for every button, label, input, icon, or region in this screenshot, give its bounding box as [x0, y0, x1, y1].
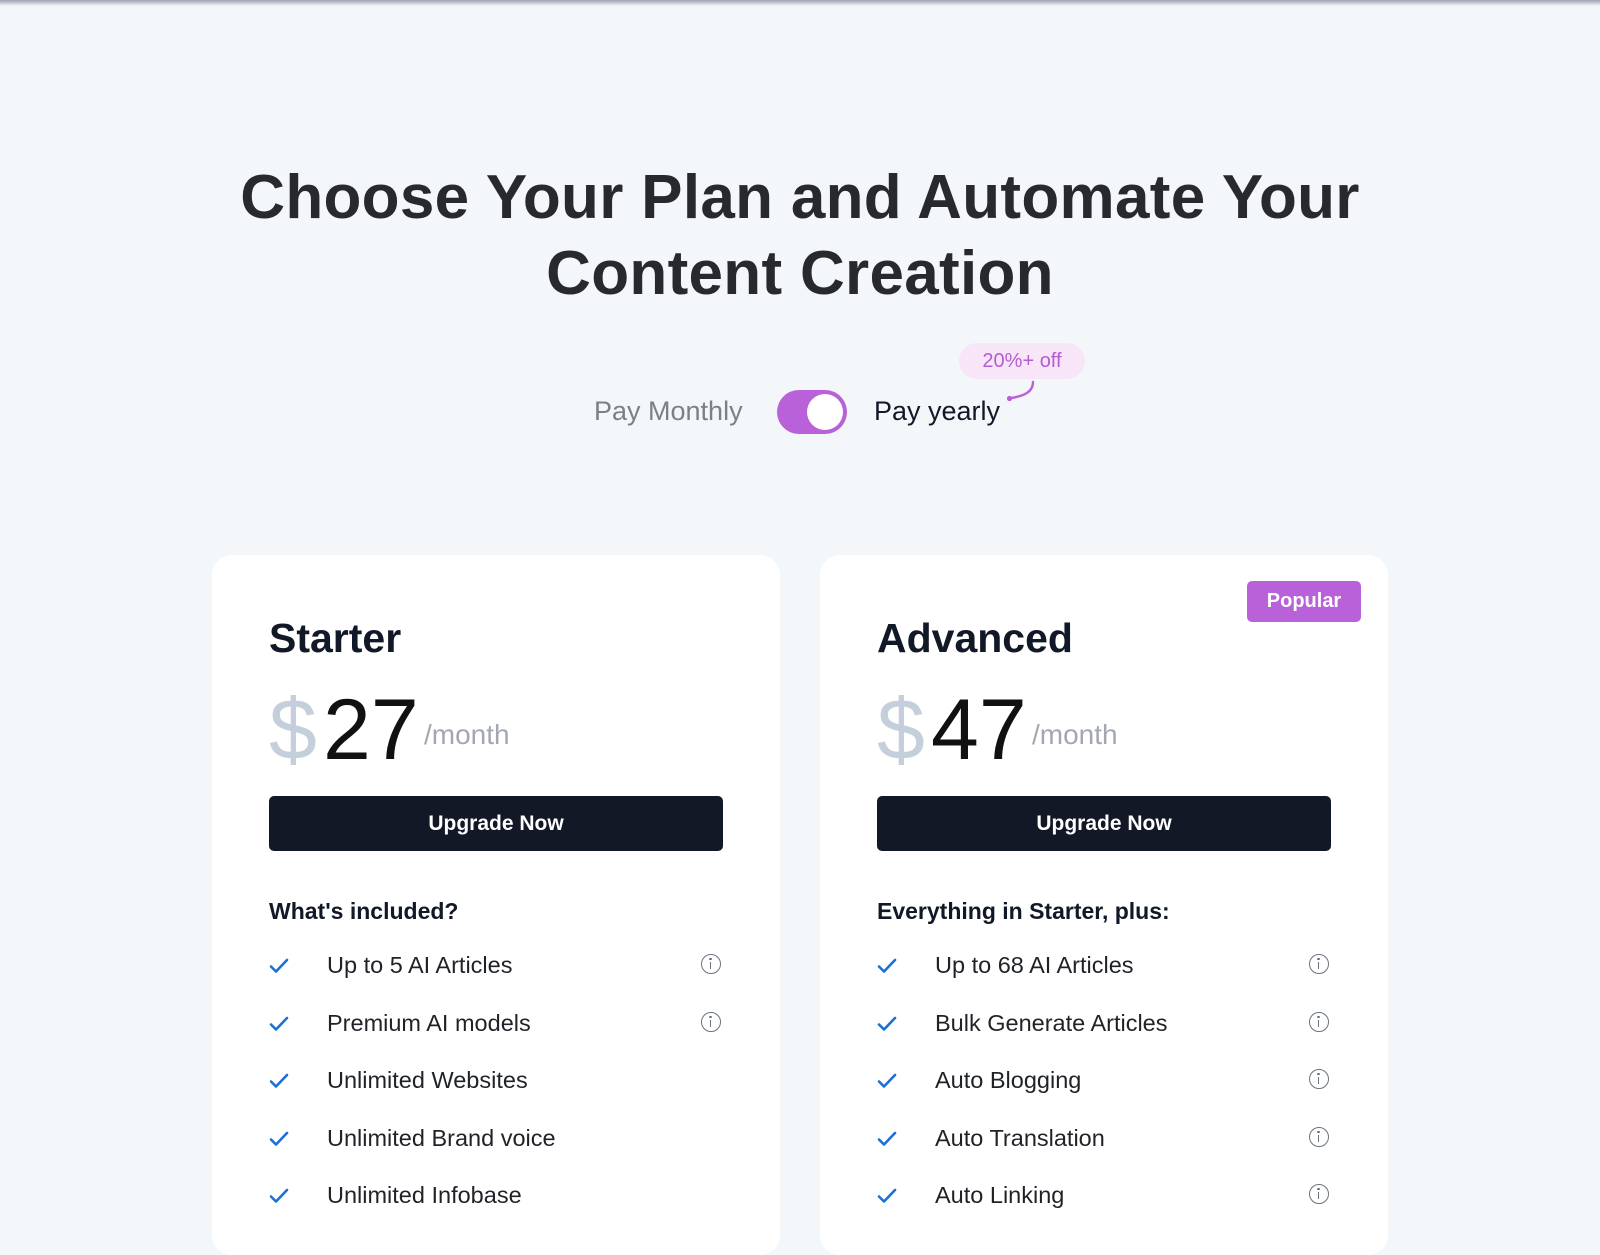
pay-monthly-label[interactable]: Pay Monthly [594, 396, 743, 427]
info-icon[interactable] [701, 1011, 721, 1032]
check-icon [877, 1188, 897, 1203]
info-icon[interactable] [1309, 1184, 1329, 1204]
pay-yearly-label[interactable]: Pay yearly [874, 396, 1000, 427]
price-amount: 27 [323, 682, 419, 778]
currency-symbol: $ [877, 682, 925, 778]
info-icon[interactable] [1309, 1069, 1329, 1089]
info-icon[interactable] [1309, 954, 1329, 974]
feature-label: Auto Linking [935, 1182, 1065, 1208]
check-icon [877, 1016, 897, 1031]
feature-item: Up to 68 AI Articles [877, 935, 1331, 993]
check-icon [269, 1188, 289, 1203]
feature-item: Up to 5 AI Articles [269, 935, 723, 993]
feature-label: Premium AI models [327, 1009, 531, 1036]
upgrade-now-button[interactable]: Upgrade Now [269, 796, 723, 851]
page-title: Choose Your Plan and Automate Your Conte… [0, 160, 1600, 312]
upgrade-now-button[interactable]: Upgrade Now [877, 796, 1331, 851]
price-period: /month [1032, 719, 1118, 750]
feature-list: Up to 5 AI Articles Premium AI models Unli… [269, 935, 723, 1223]
currency-symbol: $ [269, 682, 317, 778]
toggle-knob [807, 394, 843, 430]
feature-item: Bulk Generate Articles [877, 993, 1331, 1051]
info-icon[interactable] [1309, 1126, 1329, 1147]
feature-label: Unlimited Brand voice [327, 1124, 556, 1151]
plan-card-starter: Starter $ 27 /month Upgrade Now What's i… [212, 555, 780, 1255]
feature-list: Up to 68 AI Articles Bulk Generate Articl… [877, 935, 1331, 1223]
billing-toggle-row: Pay Monthly Pay yearly [0, 386, 1600, 440]
plan-name: Advanced [877, 615, 1073, 661]
check-icon [269, 1073, 289, 1088]
check-icon [269, 958, 289, 973]
feature-label: Auto Translation [935, 1124, 1105, 1151]
info-icon[interactable] [701, 954, 721, 974]
feature-label: Up to 68 AI Articles [935, 952, 1134, 978]
plan-card-advanced: Popular Advanced $ 47 /month Upgrade Now… [820, 555, 1388, 1255]
price: $ 47 /month [877, 685, 1357, 775]
plan-name: Starter [269, 615, 402, 661]
check-icon [269, 1016, 289, 1031]
features-heading: What's included? [269, 898, 459, 924]
check-icon [877, 958, 897, 973]
price: $ 27 /month [269, 685, 749, 775]
price-period: /month [424, 719, 510, 750]
feature-item: Auto Linking [877, 1165, 1331, 1223]
feature-label: Unlimited Infobase [327, 1182, 522, 1208]
feature-item: Auto Translation [877, 1108, 1331, 1166]
top-shadow [0, 0, 1600, 6]
feature-label: Unlimited Websites [327, 1067, 528, 1093]
check-icon [877, 1073, 897, 1088]
popular-badge: Popular [1247, 581, 1361, 622]
feature-item: Auto Blogging [877, 1050, 1331, 1108]
feature-label: Auto Blogging [935, 1067, 1082, 1093]
features-heading: Everything in Starter, plus: [877, 898, 1170, 924]
info-icon[interactable] [1309, 1011, 1329, 1032]
price-amount: 47 [931, 682, 1027, 778]
discount-badge: 20%+ off [959, 343, 1085, 379]
feature-label: Up to 5 AI Articles [327, 952, 513, 978]
check-icon [877, 1131, 897, 1146]
feature-item: Unlimited Infobase [269, 1165, 723, 1223]
check-icon [269, 1131, 289, 1146]
feature-label: Bulk Generate Articles [935, 1009, 1168, 1036]
feature-item: Premium AI models [269, 993, 723, 1051]
feature-item: Unlimited Brand voice [269, 1108, 723, 1166]
page-title-line-1: Choose Your Plan and Automate Your [240, 163, 1360, 232]
billing-period-toggle[interactable] [777, 390, 847, 434]
page-title-line-2: Content Creation [546, 239, 1054, 308]
feature-item: Unlimited Websites [269, 1050, 723, 1108]
